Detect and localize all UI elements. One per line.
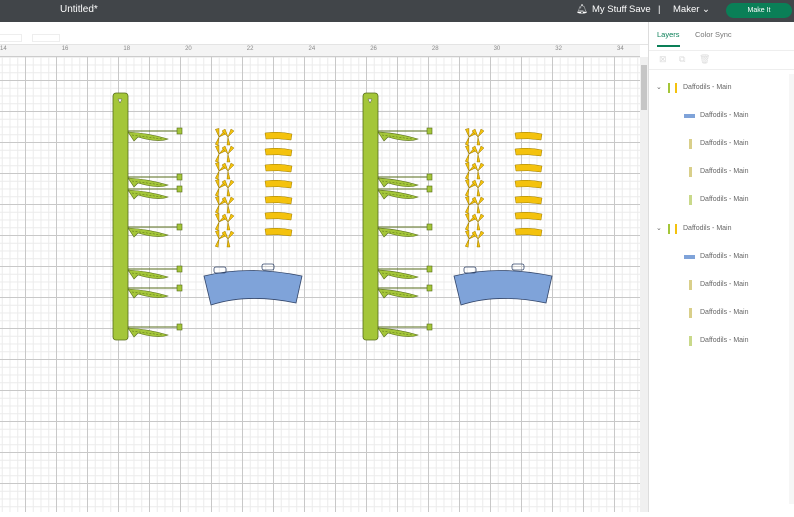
layer-name: Daffodils - Main <box>700 253 749 260</box>
position-y-input[interactable] <box>32 34 60 42</box>
layer-tools: ⊠ ⧉ 🗑︎ <box>649 50 794 70</box>
layers-panel: Layers Color Sync ⊠ ⧉ 🗑︎ ⌄ Daffodils - Ma… <box>648 22 794 512</box>
layer-name: Daffodils - Main <box>683 84 732 91</box>
trash-icon[interactable]: 🗑︎ <box>699 54 710 65</box>
ruler-label: 34 <box>617 46 624 52</box>
layer-item[interactable]: Daffodils - Main <box>649 162 789 182</box>
design-layer <box>0 57 640 512</box>
layer-item[interactable]: Daffodils - Main <box>649 303 789 323</box>
horizontal-ruler: 14 16 18 20 22 24 26 28 30 32 34 <box>0 45 640 57</box>
layer-name: Daffodils - Main <box>700 140 749 147</box>
ruler-label: 28 <box>431 46 439 52</box>
ruler-label: 22 <box>246 46 254 52</box>
machine-select[interactable]: Maker ⌄ <box>673 4 710 15</box>
layer-name: Daffodils - Main <box>700 281 749 288</box>
tab-layers[interactable]: Layers <box>657 30 680 47</box>
layer-group[interactable]: ⌄ Daffodils - Main <box>649 219 789 239</box>
layer-name: Daffodils - Main <box>683 225 732 232</box>
position-x-input[interactable] <box>0 34 22 42</box>
layer-thumbnail <box>689 280 692 290</box>
layer-item[interactable]: Daffodils - Main <box>649 247 789 267</box>
ruler-label: 24 <box>308 46 316 52</box>
layer-item[interactable]: Daffodils - Main <box>649 275 789 295</box>
bell-icon[interactable]: 🔔︎ <box>576 4 588 15</box>
layer-item[interactable]: Daffodils - Main <box>649 106 789 126</box>
ruler-label: 32 <box>555 46 562 52</box>
group-thumbnail <box>668 224 677 234</box>
top-bar: Untitled* 🔔︎ My Stuff Save | Maker ⌄ Mak… <box>0 0 794 22</box>
layer-name: Daffodils - Main <box>700 168 749 175</box>
ruler-label: 14 <box>0 46 7 52</box>
toolbar <box>0 22 648 45</box>
chevron-down-icon: ⌄ <box>702 4 711 15</box>
layer-group[interactable]: ⌄ Daffodils - Main <box>649 78 789 98</box>
layer-thumbnail <box>689 139 692 149</box>
layer-thumbnail <box>689 336 692 346</box>
layer-name: Daffodils - Main <box>700 309 749 316</box>
ungroup-icon[interactable]: ⊠ <box>659 54 667 65</box>
layer-thumbnail <box>684 114 695 118</box>
panel-scrollbar[interactable] <box>789 74 794 504</box>
canvas-scrollbar[interactable] <box>640 57 648 512</box>
machine-label: Maker <box>673 4 700 15</box>
separator: | <box>658 4 661 15</box>
project-title: Untitled* <box>60 4 98 15</box>
save-button[interactable]: Save <box>629 4 651 15</box>
chevron-down-icon[interactable]: ⌄ <box>656 83 662 91</box>
layer-name: Daffodils - Main <box>700 112 749 119</box>
layer-thumbnail <box>689 308 692 318</box>
ruler-label: 30 <box>493 46 501 52</box>
layer-item[interactable]: Daffodils - Main <box>649 331 789 351</box>
group-thumbnail <box>668 83 677 93</box>
layer-thumbnail <box>689 167 692 177</box>
layer-name: Daffodils - Main <box>700 337 749 344</box>
canvas[interactable] <box>0 57 640 512</box>
duplicate-icon[interactable]: ⧉ <box>679 54 685 65</box>
make-it-button[interactable]: Make It <box>726 3 792 18</box>
ruler-label: 18 <box>123 46 131 52</box>
layer-thumbnail <box>689 195 692 205</box>
my-stuff-link[interactable]: My Stuff <box>592 4 627 15</box>
tab-color-sync[interactable]: Color Sync <box>695 30 732 39</box>
layer-thumbnail <box>684 255 695 259</box>
layer-name: Daffodils - Main <box>700 196 749 203</box>
ruler-label: 20 <box>185 46 192 52</box>
ruler-label: 16 <box>61 46 69 52</box>
scrollbar-thumb[interactable] <box>641 65 647 110</box>
daffodil-group-1[interactable] <box>113 93 302 340</box>
layer-item[interactable]: Daffodils - Main <box>649 190 789 210</box>
ruler-label: 26 <box>370 46 377 52</box>
chevron-down-icon[interactable]: ⌄ <box>656 224 662 232</box>
daffodil-group-2[interactable] <box>363 93 552 340</box>
layer-item[interactable]: Daffodils - Main <box>649 134 789 154</box>
